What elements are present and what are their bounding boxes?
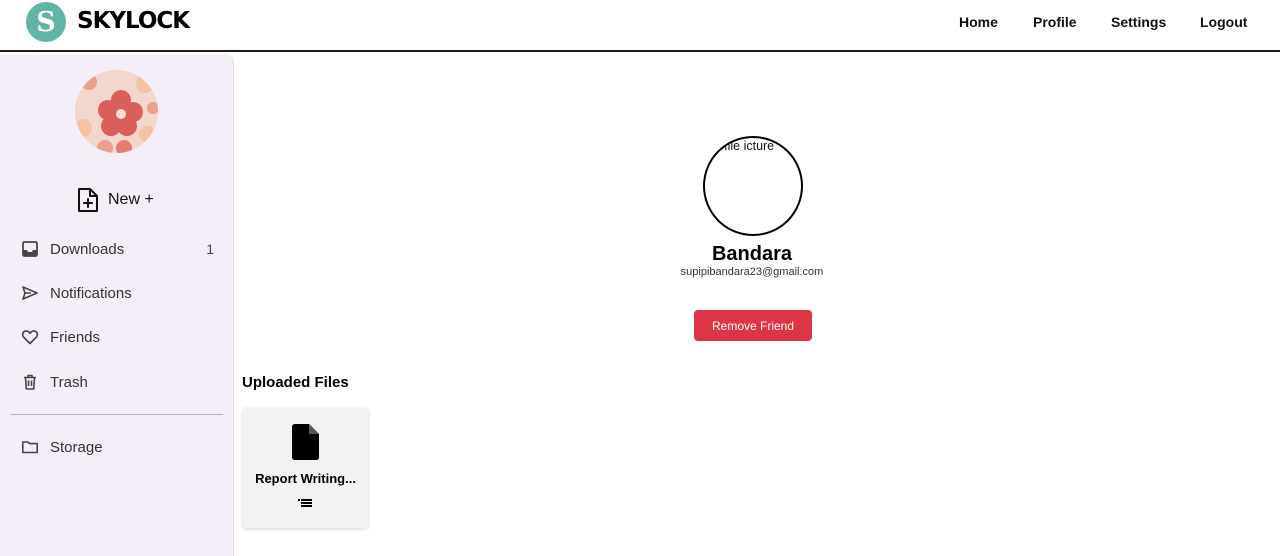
- nav-profile-link[interactable]: Profile: [1033, 14, 1077, 30]
- trash-icon: [20, 372, 40, 392]
- new-button[interactable]: New +: [76, 186, 154, 214]
- sidebar-item-label: Downloads: [50, 240, 125, 258]
- heart-icon: [20, 327, 40, 347]
- send-icon: [20, 283, 40, 303]
- profile-picture: rofile icture: [703, 136, 803, 236]
- sidebar-item-label: Friends: [50, 328, 101, 346]
- logo-letter: S: [36, 7, 56, 38]
- inbox-icon: [20, 239, 40, 259]
- file-card[interactable]: Report Writing...: [243, 408, 368, 528]
- folder-icon: [20, 437, 40, 457]
- sidebar-item-trash[interactable]: Trash: [20, 370, 214, 394]
- sidebar-divider: [10, 414, 223, 415]
- downloads-count-badge: 1: [206, 241, 214, 257]
- file-plus-icon: [78, 188, 98, 212]
- sidebar-item-storage[interactable]: Storage: [20, 435, 214, 459]
- file-icon: [290, 424, 320, 465]
- brand-name[interactable]: SKYLOCK: [77, 8, 190, 34]
- remove-friend-button[interactable]: Remove Friend: [694, 310, 812, 341]
- profile-picture-alt-text: rofile icture: [713, 139, 775, 153]
- logo-icon[interactable]: S: [26, 2, 66, 42]
- profile-email: supipibandara23@gmail.com: [680, 266, 824, 278]
- nav-settings-link[interactable]: Settings: [1111, 14, 1166, 30]
- sidebar-item-notifications[interactable]: Notifications: [20, 281, 214, 305]
- file-name: Report Writing...: [255, 471, 356, 486]
- list-menu-icon[interactable]: [297, 496, 313, 508]
- top-navbar: S SKYLOCK Home Profile Settings Logout: [0, 0, 1280, 52]
- sidebar-item-downloads[interactable]: Downloads 1: [20, 237, 214, 261]
- profile-name: Bandara: [711, 243, 793, 265]
- new-button-label: New +: [108, 191, 154, 208]
- uploaded-files-heading: Uploaded Files: [242, 374, 349, 391]
- sidebar-item-friends[interactable]: Friends: [20, 325, 214, 349]
- nav-logout-link[interactable]: Logout: [1200, 14, 1247, 30]
- sidebar-item-label: Trash: [50, 373, 88, 391]
- avatar[interactable]: [75, 70, 158, 153]
- sidebar-item-label: Storage: [50, 438, 103, 456]
- sidebar: New + Downloads 1 Notifications Friends …: [0, 54, 234, 556]
- nav-home-link[interactable]: Home: [959, 14, 998, 30]
- sidebar-item-label: Notifications: [50, 284, 132, 302]
